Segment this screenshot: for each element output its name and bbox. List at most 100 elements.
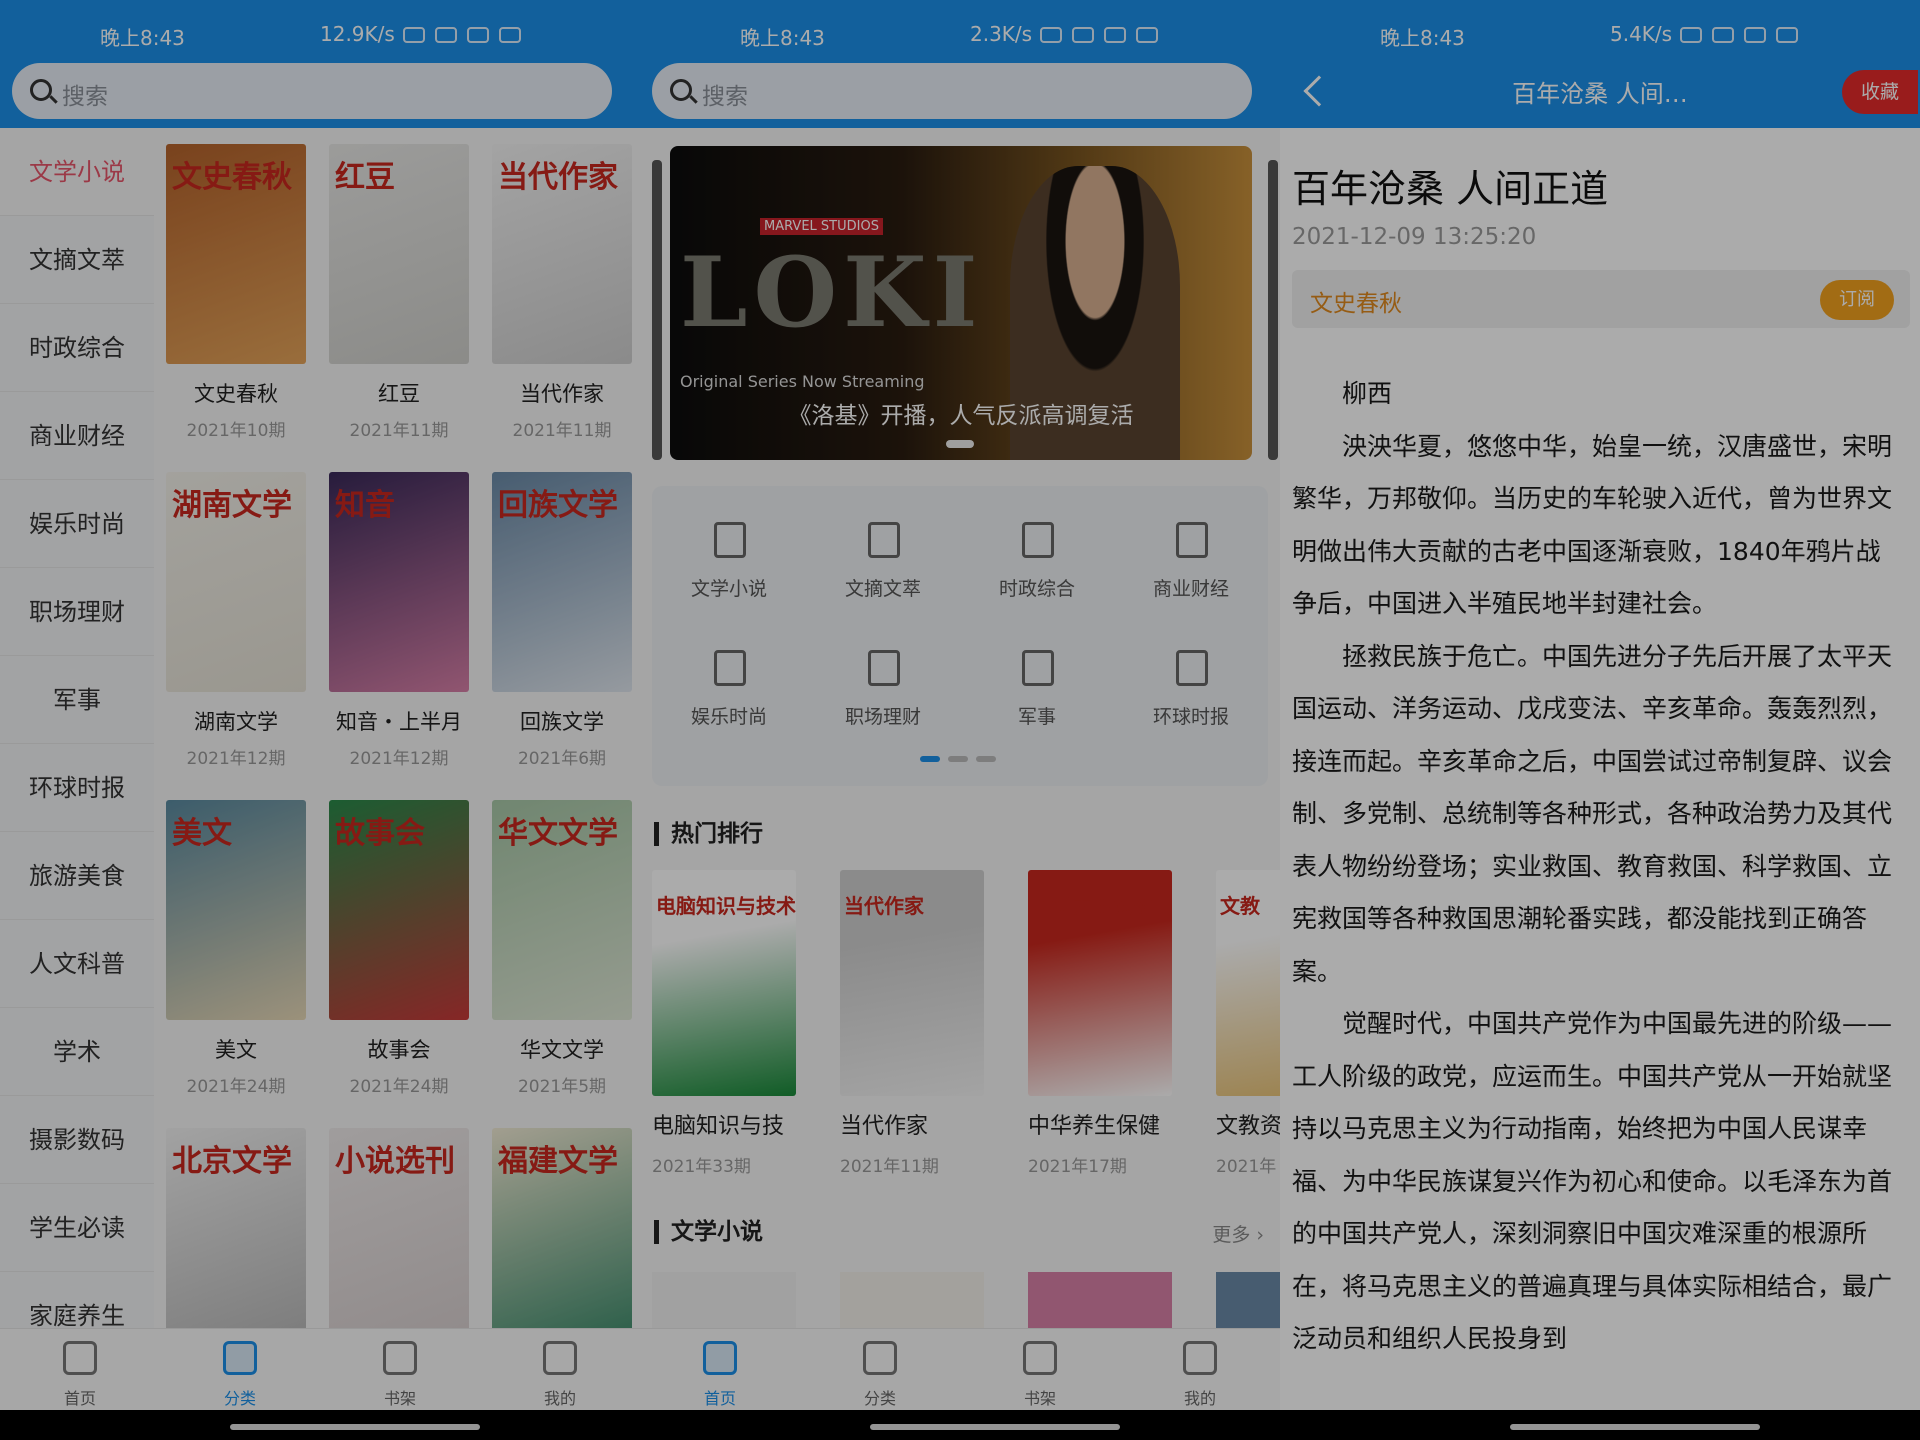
category-icon [863,1341,897,1375]
article-title: 百年沧桑 人间正道 [1292,167,1609,211]
cover-title: 电脑知识与技术 [656,894,796,918]
cover-title: 故事会 [335,816,425,851]
article-paragraph: 拯救民族于危亡。中国先进分子先后开展了太平天国运动、洋务运动、戊戌变法、辛亥革命… [1292,641,1893,986]
literature-section-title: 文学小说 [654,1220,763,1244]
category-item[interactable]: 人文科普 [0,920,154,1008]
wifi-icon [1744,26,1767,43]
category-item[interactable]: 时政综合 [0,304,154,392]
more-link[interactable]: 更多 › [1212,1220,1264,1247]
preview-cover[interactable] [652,1272,796,1328]
magazine-issue: 2021年11期 [512,421,612,441]
magazine-cover[interactable]: 故事会 [329,800,469,1020]
category-item[interactable]: 学术 [0,1008,154,1096]
magazine-cover[interactable]: 回族文学 [492,472,632,692]
cover-title: 知音 [335,488,395,523]
magazine-cover[interactable]: 红豆 [329,144,469,364]
tab-item[interactable]: 首页 [0,1329,160,1411]
status-right: 12.9K/s [320,22,531,48]
hot-name: 当代作家 [840,1114,929,1139]
hot-issue: 2021年17期 [1028,1157,1127,1177]
category-item[interactable]: 环球时报 [0,744,154,832]
hot-list: 电脑知识与技术 电脑知识与技 2021年33期 当代作家 当代作家 2021年11期 中华养… [640,0,1280,1328]
tab-label: 我的 [543,1389,576,1408]
hot-issue: 2021年 [1216,1157,1277,1177]
tab-label: 书架 [1023,1389,1056,1408]
magazine-issue: 2021年12期 [349,749,449,769]
status-bar: 晚上8:43 5.4K/s [1280,0,1920,66]
category-item[interactable]: 旅游美食 [0,832,154,920]
home-icon [63,1341,97,1375]
category-item[interactable]: 职场理财 [0,568,154,656]
cover-title: 北京文学 [172,1144,292,1179]
category-item[interactable]: 娱乐时尚 [0,480,154,568]
category-item[interactable]: 学生必读 [0,1184,154,1272]
source-name[interactable]: 文史春秋 [1310,284,1402,318]
magazine-name: 美文 [215,1038,257,1062]
home-screen: 晚上8:43 2.3K/s 搜索 MARVEL STUDIOS LOKI Ori… [640,0,1280,1440]
tab-label: 分类 [863,1389,896,1408]
tab-item[interactable]: 书架 [320,1329,480,1411]
cover-title: 湖南文学 [172,488,292,523]
magazine-name: 湖南文学 [194,710,278,734]
category-item[interactable]: 文摘文萃 [0,216,154,304]
hot-issue: 2021年33期 [652,1157,751,1177]
article-screen: 晚上8:43 5.4K/s 百年沧桑 人间… 收藏 百年沧桑 人间正道 2021… [1280,0,1920,1440]
preview-cover[interactable] [1028,1272,1172,1328]
category-item[interactable]: 摄影数码 [0,1096,154,1184]
magazine-cover[interactable]: 知音 [329,472,469,692]
nav-title: 百年沧桑 人间… [1512,80,1688,108]
category-icon [223,1341,257,1375]
tab-item[interactable]: 我的 [1120,1329,1280,1411]
signal-icon [434,26,457,43]
favorite-button[interactable]: 收藏 [1842,70,1918,114]
user-icon [543,1341,577,1375]
magazine-cover[interactable]: 福建文学 [492,1128,632,1328]
home-icon [703,1341,737,1375]
hot-cover[interactable]: 中华养生保健 [1028,870,1172,1096]
search-bar[interactable]: 搜索 [12,63,612,119]
magazine-name: 故事会 [367,1038,431,1062]
hot-cover[interactable]: 当代作家 [840,870,984,1096]
hot-cover[interactable]: 文教 [1216,870,1280,1096]
hot-cover[interactable]: 电脑知识与技术 [652,870,796,1096]
category-item[interactable]: 军事 [0,656,154,744]
search-icon [30,79,52,101]
status-right: 5.4K/s [1610,22,1808,48]
tab-item[interactable]: 我的 [480,1329,640,1411]
category-item[interactable]: 商业财经 [0,392,154,480]
cover-title: 小说选刊 [335,1144,455,1179]
article-paragraph: 柳西 [1342,379,1393,408]
cover-title: 当代作家 [844,894,924,918]
gesture-bar [0,1410,640,1440]
magazine-cover[interactable]: 华文文学 [492,800,632,1020]
preview-cover[interactable] [1216,1272,1280,1328]
cover-title: 文史春秋 [172,160,292,195]
article-body: 柳西 泱泱华夏，悠悠中华，始皇一统，汉唐盛世，宋明繁华，万邦敬仰。当历史的车轮驶入… [1292,368,1904,1408]
tab-item[interactable]: 书架 [960,1329,1120,1411]
magazine-cover[interactable]: 湖南文学 [166,472,306,692]
network-speed: 12.9K/s [320,22,395,46]
magazine-cover[interactable]: 文史春秋 [166,144,306,364]
home-indicator[interactable] [870,1424,1120,1430]
cover-title: 文教 [1220,894,1260,918]
subscribe-button[interactable]: 订阅 [1820,280,1894,320]
tab-item[interactable]: 分类 [800,1329,960,1411]
magazine-cover[interactable]: 小说选刊 [329,1128,469,1328]
category-item[interactable]: 文学小说 [0,128,154,216]
tab-item[interactable]: 首页 [640,1329,800,1411]
magazine-cover[interactable]: 当代作家 [492,144,632,364]
home-indicator[interactable] [230,1424,480,1430]
home-indicator[interactable] [1510,1424,1760,1430]
preview-cover[interactable] [840,1272,984,1328]
magazine-cover[interactable]: 北京文学 [166,1128,306,1328]
magazine-cover[interactable]: 美文 [166,800,306,1020]
tab-item[interactable]: 分类 [160,1329,320,1411]
magazine-name: 回族文学 [520,710,604,734]
status-time: 晚上8:43 [100,26,185,50]
user-icon [1183,1341,1217,1375]
search-placeholder: 搜索 [62,84,108,110]
tab-label: 首页 [703,1389,736,1408]
chevron-right-icon: › [1256,1224,1264,1246]
source-box: 文史春秋 订阅 [1292,270,1910,328]
signal-icon [1712,26,1735,43]
